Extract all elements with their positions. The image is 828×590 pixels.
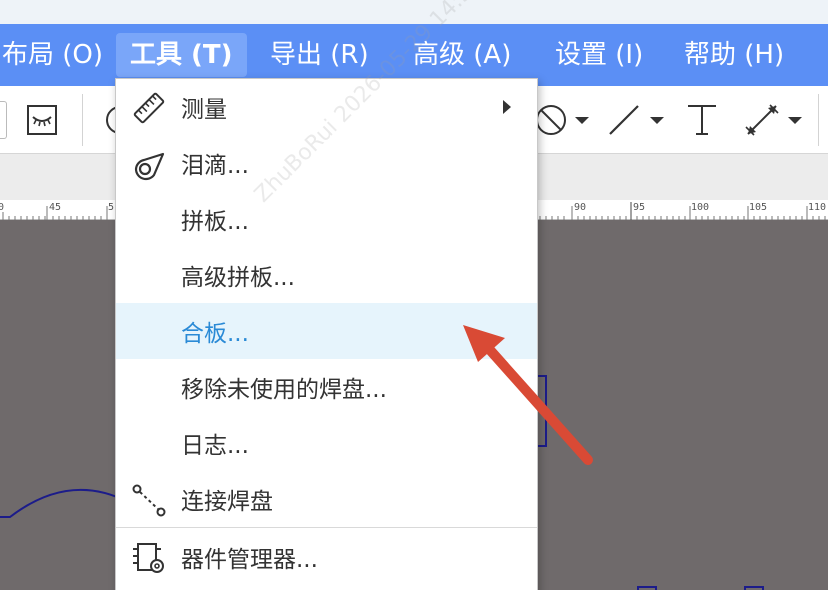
menu-item-label: 泪滴...: [181, 153, 249, 179]
ruler-label: 110: [808, 202, 827, 213]
toolbar-divider: [818, 94, 819, 146]
ruler-label: 90: [574, 202, 587, 213]
menu-item-log[interactable]: 日志...: [116, 415, 537, 471]
menu-item-label: 合板...: [181, 321, 249, 347]
connect-pads-icon: [132, 483, 166, 517]
ruler-label: 100: [691, 202, 710, 213]
board-outline-arc: [0, 488, 131, 518]
ruler-label: 105: [749, 202, 768, 213]
dimension-tool-icon[interactable]: [744, 86, 808, 154]
submenu-arrow-icon: [503, 100, 511, 114]
component-manager-icon: [132, 541, 166, 575]
menu-item-label: 日志...: [181, 433, 249, 459]
menu-item-panelize[interactable]: 拼板...: [116, 191, 537, 247]
ruler-label: 45: [49, 202, 62, 213]
menu-item-measure[interactable]: 测量: [116, 79, 537, 135]
line-tool-icon[interactable]: [606, 86, 668, 154]
menu-item-label: 移除未使用的焊盘...: [181, 377, 387, 403]
menu-item-label: 测量: [181, 97, 227, 123]
menu-item-teardrop[interactable]: 泪滴...: [116, 135, 537, 191]
menu-item-remove-unused-pads[interactable]: 移除未使用的焊盘...: [116, 359, 537, 415]
ruler-icon: [132, 91, 166, 125]
menu-item-label: 拼板...: [181, 209, 249, 235]
ruler-label: 5: [108, 202, 115, 213]
menu-layout[interactable]: 布局 (O): [0, 33, 117, 77]
toolbar-input-edge[interactable]: [0, 86, 8, 154]
menu-item-connect-pads[interactable]: 连接焊盘: [116, 471, 537, 527]
menu-help[interactable]: 帮助 (H): [670, 33, 798, 77]
toolbar-divider: [82, 94, 83, 146]
menu-divider: [116, 527, 537, 528]
menu-item-label: 连接焊盘: [181, 489, 273, 515]
eye-closed-icon[interactable]: [24, 86, 60, 154]
window-top-strip: [0, 0, 828, 24]
no-connect-tool-icon[interactable]: [532, 86, 594, 154]
board-outline-edge: [538, 375, 547, 447]
menu-settings[interactable]: 设置 (I): [541, 33, 657, 77]
menu-item-component-manager[interactable]: 器件管理器...: [116, 529, 537, 585]
menu-item-combine-boards[interactable]: 合板...: [116, 303, 537, 359]
tools-dropdown-menu: 测量 泪滴... 拼板... 高级拼板... 合板... 移除未使用的焊盘...…: [115, 78, 538, 590]
menu-export[interactable]: 导出 (R): [256, 33, 383, 77]
menu-advanced[interactable]: 高级 (A): [399, 33, 525, 77]
text-tool-icon[interactable]: [684, 86, 720, 154]
teardrop-icon: [132, 147, 166, 181]
menu-item-label: 高级拼板...: [181, 265, 295, 291]
ruler-label: 0: [0, 202, 5, 213]
menu-tools[interactable]: 工具 (T): [116, 33, 247, 77]
menu-item-advanced-panelize[interactable]: 高级拼板...: [116, 247, 537, 303]
ruler-label: 95: [633, 202, 646, 213]
menu-item-label: 器件管理器...: [181, 547, 318, 573]
menu-bar: 布局 (O) 工具 (T) 导出 (R) 高级 (A) 设置 (I) 帮助 (H…: [0, 24, 828, 86]
